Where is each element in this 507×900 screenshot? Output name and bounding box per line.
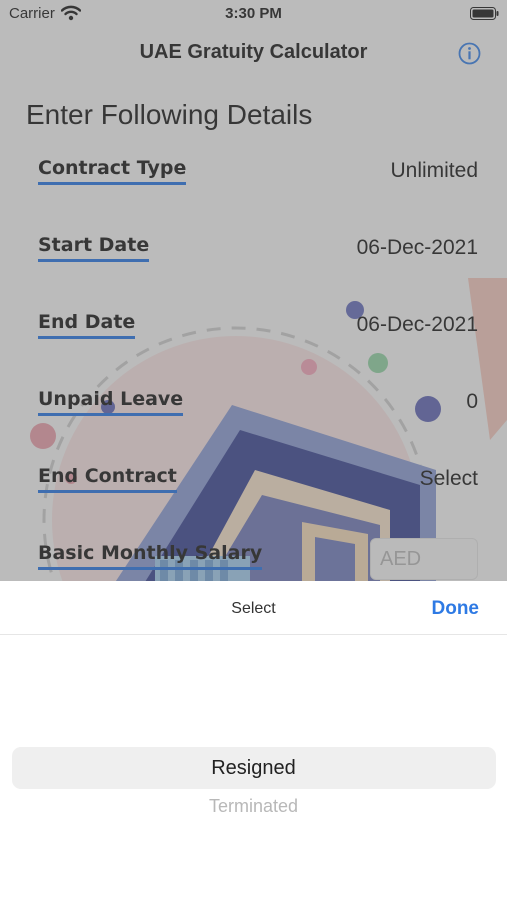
picker-option-terminated[interactable]: Terminated [0,796,507,817]
done-button[interactable]: Done [432,598,480,620]
picker-toolbar: Select Done [0,581,507,635]
calculator-screen: Carrier 3:30 PM UAE Gratuity Calculator … [0,0,507,581]
end-contract-picker: Select Done Resigned Terminated [0,581,507,900]
dim-overlay[interactable] [0,0,507,581]
picker-option-resigned[interactable]: Resigned [0,757,507,780]
